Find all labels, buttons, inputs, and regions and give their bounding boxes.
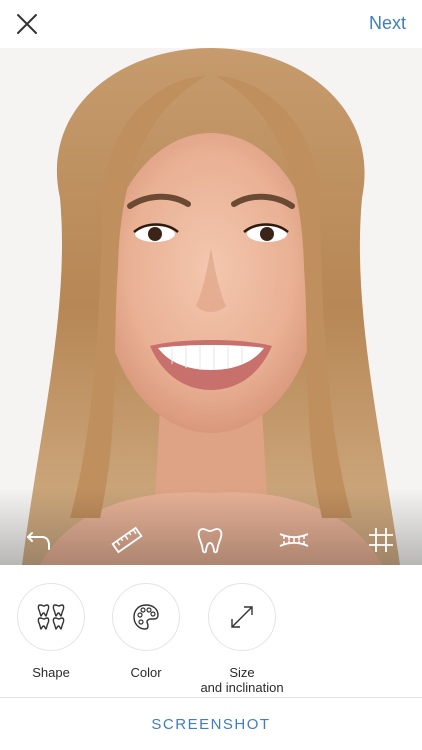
screenshot-bar[interactable]: SCREENSHOT	[0, 698, 422, 750]
next-button[interactable]: Next	[369, 13, 406, 34]
portrait-image	[0, 48, 422, 565]
resize-arrows-icon	[231, 606, 253, 628]
palette-icon	[133, 604, 159, 630]
size-label-line2: and inclination	[200, 680, 284, 695]
face-photo[interactable]	[0, 48, 422, 565]
teeth-row-icon[interactable]	[277, 523, 311, 557]
size-label: Size and inclination	[182, 665, 302, 695]
size-label-line1: Size	[229, 665, 255, 680]
undo-icon[interactable]	[22, 523, 56, 557]
shape-circle[interactable]	[17, 583, 85, 651]
option-size[interactable]: Size and inclination	[182, 583, 302, 695]
ruler-icon[interactable]	[110, 523, 144, 557]
screenshot-button[interactable]: SCREENSHOT	[151, 716, 270, 733]
teeth-shape-icon	[37, 604, 65, 630]
edit-options: Shape Color Size and inclination	[0, 565, 422, 697]
top-bar: Next	[0, 0, 422, 48]
close-icon[interactable]	[14, 11, 40, 37]
photo-toolbar	[0, 513, 422, 565]
size-circle[interactable]	[208, 583, 276, 651]
color-circle[interactable]	[112, 583, 180, 651]
grid-icon[interactable]	[364, 523, 398, 557]
tooth-icon[interactable]	[193, 523, 227, 557]
